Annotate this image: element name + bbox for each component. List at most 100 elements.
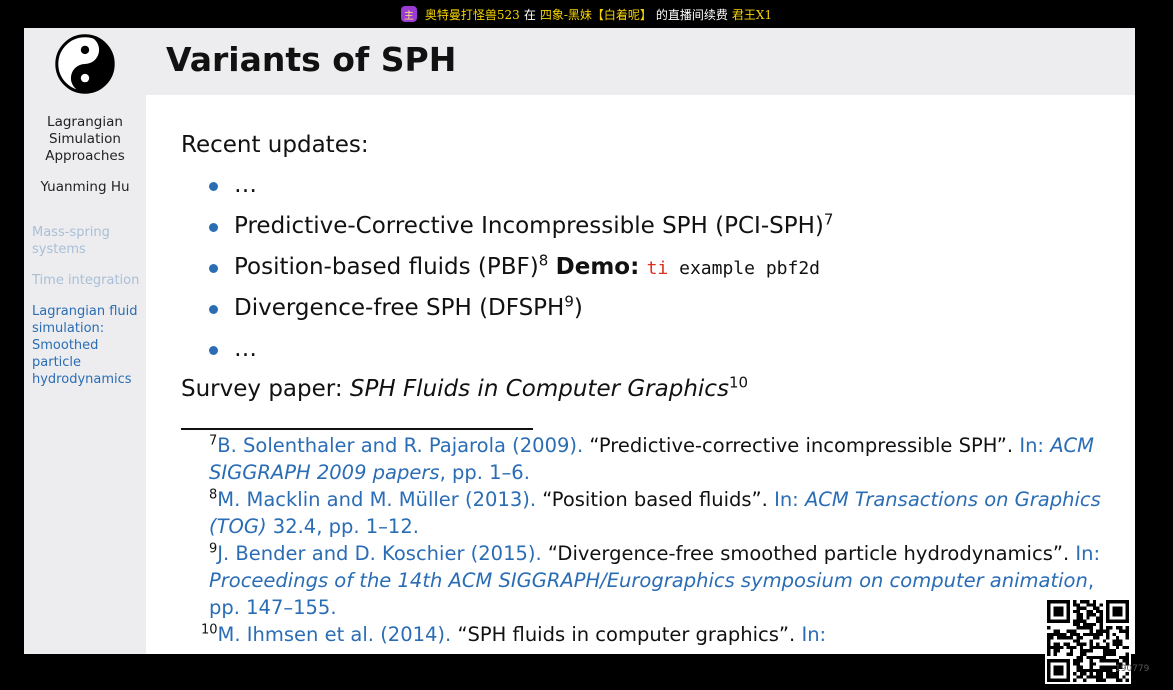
qr-module bbox=[1089, 649, 1093, 653]
qr-module bbox=[1109, 659, 1113, 663]
qr-module bbox=[1076, 616, 1080, 620]
qr-module bbox=[1076, 655, 1080, 660]
qr-module bbox=[1066, 642, 1070, 646]
qr-module bbox=[1089, 613, 1093, 617]
sidebar-nav-time-integration[interactable]: Time integration bbox=[32, 272, 144, 289]
qr-finder bbox=[1053, 665, 1064, 676]
nav-label-line: hydrodynamics bbox=[32, 372, 132, 387]
qr-module bbox=[1047, 642, 1051, 646]
qr-module bbox=[1096, 632, 1100, 637]
qr-module bbox=[1073, 678, 1077, 682]
bullet-text: Predictive-Corrective Incompressible SPH… bbox=[234, 213, 824, 239]
qr-module bbox=[1056, 649, 1061, 653]
footnote-authors[interactable]: M. Ihmsen et al. (2014). bbox=[218, 623, 452, 646]
qr-module bbox=[1122, 659, 1126, 663]
banner-gift: 君王X1 bbox=[731, 7, 773, 22]
qr-module bbox=[1092, 675, 1097, 679]
qr-module bbox=[1086, 613, 1090, 617]
footnote-number: 10 bbox=[201, 622, 218, 638]
qr-module bbox=[1073, 672, 1077, 676]
qr-module bbox=[1053, 629, 1057, 633]
code-args: example pbf2d bbox=[679, 258, 821, 279]
qr-module bbox=[1096, 619, 1100, 623]
qr-module bbox=[1125, 655, 1129, 660]
code-keyword: ti bbox=[646, 258, 669, 279]
footnote-in: In: bbox=[1019, 434, 1044, 457]
qr-module bbox=[1115, 659, 1120, 663]
qr-module bbox=[1089, 629, 1093, 633]
footnote-title: “Position based fluids”. bbox=[542, 488, 768, 511]
qr-module bbox=[1096, 675, 1100, 679]
qr-module bbox=[1076, 668, 1080, 673]
qr-module bbox=[1047, 652, 1051, 656]
qr-module bbox=[1083, 642, 1087, 646]
qr-module bbox=[1083, 678, 1087, 682]
footnote-ref: 9 bbox=[564, 292, 574, 311]
qr-module bbox=[1086, 668, 1090, 673]
qr-module bbox=[1125, 632, 1129, 637]
qr-module bbox=[1086, 600, 1090, 604]
qr-module bbox=[1076, 662, 1080, 666]
qr-module bbox=[1112, 675, 1116, 679]
qr-module bbox=[1066, 629, 1070, 633]
qr-module bbox=[1092, 613, 1097, 617]
qr-module bbox=[1079, 606, 1084, 610]
qr-module bbox=[1047, 636, 1051, 640]
qr-module bbox=[1047, 626, 1051, 630]
qr-module bbox=[1089, 603, 1093, 607]
qr-module bbox=[1086, 616, 1090, 620]
qr-module bbox=[1069, 649, 1074, 653]
qr-module bbox=[1050, 632, 1054, 637]
qr-module bbox=[1086, 675, 1090, 679]
qr-module bbox=[1096, 668, 1100, 673]
sidebar-nav-sph[interactable]: Lagrangian fluid simulation: Smoothed pa… bbox=[32, 303, 144, 388]
bullet-ellipsis-1: … bbox=[234, 172, 257, 198]
qr-module bbox=[1086, 622, 1090, 627]
qr-module bbox=[1125, 659, 1129, 663]
footnote-authors[interactable]: M. Macklin and M. Müller (2013). bbox=[217, 488, 536, 511]
qr-module bbox=[1076, 659, 1080, 663]
qr-module bbox=[1089, 662, 1093, 666]
qr-module bbox=[1073, 629, 1077, 633]
qr-module bbox=[1092, 645, 1097, 650]
qr-module bbox=[1056, 636, 1061, 640]
qr-module bbox=[1076, 665, 1080, 669]
qr-module bbox=[1092, 636, 1097, 640]
qr-module bbox=[1099, 678, 1103, 682]
footnote-ref: 10 bbox=[728, 373, 749, 392]
qr-module bbox=[1115, 678, 1120, 682]
talk-title-line: Approaches bbox=[45, 148, 125, 164]
qr-module bbox=[1066, 645, 1070, 650]
qr-module bbox=[1086, 655, 1090, 660]
qr-module bbox=[1073, 662, 1077, 666]
qr-module bbox=[1102, 645, 1107, 650]
qr-module bbox=[1079, 659, 1084, 663]
qr-module bbox=[1125, 636, 1129, 640]
qr-module bbox=[1056, 629, 1061, 633]
survey-line: Survey paper: SPH Fluids in Computer Gra… bbox=[181, 373, 749, 402]
qr-module bbox=[1069, 645, 1074, 650]
qr-module bbox=[1089, 632, 1093, 637]
qr-module bbox=[1125, 678, 1129, 682]
qr-module bbox=[1076, 626, 1080, 630]
qr-module bbox=[1056, 632, 1061, 637]
qr-module bbox=[1076, 619, 1080, 623]
sidebar-nav-mass-spring[interactable]: Mass-spring systems bbox=[32, 224, 144, 258]
footnote-authors[interactable]: J. Bender and D. Koschier (2015). bbox=[217, 542, 541, 565]
qr-module bbox=[1089, 672, 1093, 676]
qr-module bbox=[1066, 652, 1070, 656]
bullet-pbf: Position-based fluids (PBF)8 Demo: ti ex… bbox=[234, 251, 821, 280]
qr-module bbox=[1106, 649, 1110, 653]
footnote-authors[interactable]: B. Solenthaler and R. Pajarola (2009). bbox=[217, 434, 583, 457]
qr-module bbox=[1079, 626, 1084, 630]
nav-label-line: Mass-spring bbox=[32, 225, 110, 240]
footnote-pages: 32.4, pp. 1–12. bbox=[266, 515, 419, 538]
qr-module bbox=[1099, 629, 1103, 633]
footnote-ref: 8 bbox=[538, 251, 549, 270]
qr-module bbox=[1089, 668, 1093, 673]
qr-module bbox=[1079, 619, 1084, 623]
qr-module bbox=[1079, 655, 1084, 660]
qr-module bbox=[1073, 603, 1077, 607]
qr-module bbox=[1096, 606, 1100, 610]
qr-module bbox=[1073, 609, 1077, 614]
